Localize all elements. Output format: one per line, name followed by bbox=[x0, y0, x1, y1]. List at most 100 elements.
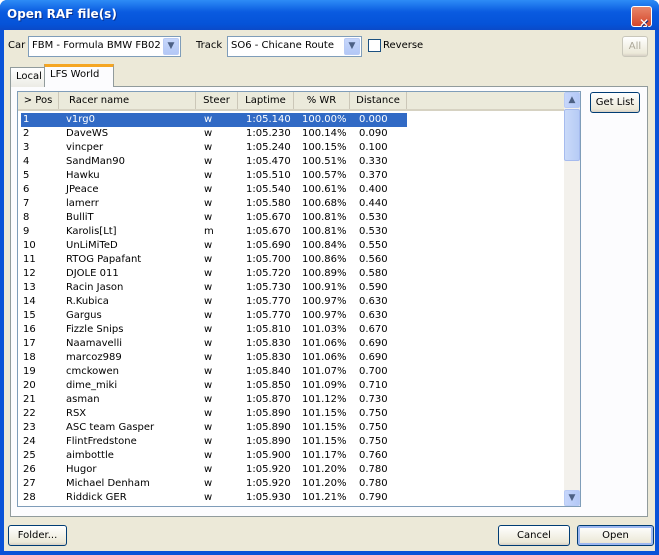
table-row[interactable]: 17 Naamavelli w 1:05.830 101.06% 0.690 bbox=[21, 337, 407, 351]
cancel-button[interactable]: Cancel bbox=[498, 525, 570, 546]
table-row[interactable]: 6 JPeace w 1:05.540 100.61% 0.400 bbox=[21, 183, 407, 197]
table-row[interactable]: 10 UnLiMiTeD w 1:05.690 100.84% 0.550 bbox=[21, 239, 407, 253]
cell-pos: 18 bbox=[23, 352, 36, 363]
table-row[interactable]: 26 Hugor w 1:05.920 101.20% 0.780 bbox=[21, 463, 407, 477]
cell-wr: 100.89% bbox=[302, 268, 347, 279]
table-row[interactable]: 24 FlintFredstone w 1:05.890 101.15% 0.750 bbox=[21, 435, 407, 449]
cell-laptime: 1:05.470 bbox=[246, 156, 291, 167]
scroll-up-icon[interactable]: ▲ bbox=[564, 92, 580, 108]
cell-wr: 101.20% bbox=[302, 478, 347, 489]
open-button[interactable]: Open bbox=[577, 525, 654, 546]
cell-racer-name: Hawku bbox=[66, 170, 100, 181]
chevron-down-icon[interactable]: ▼ bbox=[163, 38, 179, 55]
cell-steer: w bbox=[204, 156, 213, 167]
cell-distance: 0.100 bbox=[359, 142, 388, 153]
table-row[interactable]: 16 Fizzle Snips w 1:05.810 101.03% 0.670 bbox=[21, 323, 407, 337]
cell-wr: 101.15% bbox=[302, 436, 347, 447]
cell-wr: 100.91% bbox=[302, 282, 347, 293]
cell-distance: 0.710 bbox=[359, 380, 388, 391]
column-header-pos[interactable]: > Pos bbox=[18, 92, 59, 109]
table-row[interactable]: 12 DJOLE 011 w 1:05.720 100.89% 0.580 bbox=[21, 267, 407, 281]
cell-distance: 0.440 bbox=[359, 198, 388, 209]
table-row[interactable]: 19 cmckowen w 1:05.840 101.07% 0.700 bbox=[21, 365, 407, 379]
cell-laptime: 1:05.770 bbox=[246, 310, 291, 321]
cell-laptime: 1:05.890 bbox=[246, 436, 291, 447]
cell-laptime: 1:05.920 bbox=[246, 478, 291, 489]
vertical-scrollbar[interactable]: ▲ ▼ bbox=[564, 92, 580, 506]
cell-racer-name: UnLiMiTeD bbox=[66, 240, 118, 251]
tab-lfs-world[interactable]: LFS World bbox=[44, 64, 114, 87]
cell-racer-name: Karolis[Lt] bbox=[66, 226, 117, 237]
cell-distance: 0.370 bbox=[359, 170, 388, 181]
cell-wr: 100.14% bbox=[302, 128, 347, 139]
cell-distance: 0.790 bbox=[359, 492, 388, 503]
table-row[interactable]: 9 Karolis[Lt] m 1:05.670 100.81% 0.530 bbox=[21, 225, 407, 239]
column-header-wr[interactable]: % WR bbox=[294, 92, 350, 109]
table-row[interactable]: 20 dime_miki w 1:05.850 101.09% 0.710 bbox=[21, 379, 407, 393]
scroll-down-icon[interactable]: ▼ bbox=[564, 490, 580, 506]
close-button[interactable]: ✕ bbox=[631, 6, 652, 30]
table-row[interactable]: 4 SandMan90 w 1:05.470 100.51% 0.330 bbox=[21, 155, 407, 169]
cell-steer: w bbox=[204, 492, 213, 503]
cell-wr: 100.51% bbox=[302, 156, 347, 167]
cell-laptime: 1:05.920 bbox=[246, 464, 291, 475]
cell-distance: 0.690 bbox=[359, 338, 388, 349]
cell-steer: w bbox=[204, 142, 213, 153]
table-row[interactable]: 22 RSX w 1:05.890 101.15% 0.750 bbox=[21, 407, 407, 421]
cell-steer: w bbox=[204, 422, 213, 433]
table-row[interactable]: 5 Hawku w 1:05.510 100.57% 0.370 bbox=[21, 169, 407, 183]
cell-racer-name: SandMan90 bbox=[66, 156, 125, 167]
cell-racer-name: Gargus bbox=[66, 310, 102, 321]
table-row[interactable]: 8 BulliT w 1:05.670 100.81% 0.530 bbox=[21, 211, 407, 225]
table-row[interactable]: 15 Gargus w 1:05.770 100.97% 0.630 bbox=[21, 309, 407, 323]
table-row[interactable]: 7 lamerr w 1:05.580 100.68% 0.440 bbox=[21, 197, 407, 211]
scroll-thumb[interactable] bbox=[564, 109, 580, 161]
table-row[interactable]: 23 ASC team Gasper w 1:05.890 101.15% 0.750 bbox=[21, 421, 407, 435]
cell-distance: 0.330 bbox=[359, 156, 388, 167]
cell-racer-name: Naamavelli bbox=[66, 338, 123, 349]
cell-laptime: 1:05.890 bbox=[246, 408, 291, 419]
cell-wr: 101.15% bbox=[302, 408, 347, 419]
table-row[interactable]: 21 asman w 1:05.870 101.12% 0.730 bbox=[21, 393, 407, 407]
table-row[interactable]: 27 Michael Denham w 1:05.920 101.20% 0.780 bbox=[21, 477, 407, 491]
cell-steer: w bbox=[204, 478, 213, 489]
reverse-checkbox[interactable] bbox=[368, 39, 381, 52]
cell-laptime: 1:05.700 bbox=[246, 254, 291, 265]
cell-laptime: 1:05.670 bbox=[246, 212, 291, 223]
table-row[interactable]: 13 Racin Jason w 1:05.730 100.91% 0.590 bbox=[21, 281, 407, 295]
column-header-racer-name[interactable]: Racer name bbox=[59, 92, 196, 109]
chevron-down-icon[interactable]: ▼ bbox=[344, 38, 360, 55]
table-row[interactable]: 11 RTOG Papafant w 1:05.700 100.86% 0.560 bbox=[21, 253, 407, 267]
racer-list[interactable]: > Pos Racer name Steer Laptime % WR Dist… bbox=[17, 91, 581, 507]
table-row[interactable]: 18 marcoz989 w 1:05.830 101.06% 0.690 bbox=[21, 351, 407, 365]
column-header-steer[interactable]: Steer bbox=[196, 92, 238, 109]
track-label: Track bbox=[196, 40, 223, 51]
cell-pos: 26 bbox=[23, 464, 36, 475]
cell-steer: w bbox=[204, 436, 213, 447]
all-button[interactable]: All bbox=[622, 36, 648, 57]
cell-laptime: 1:05.690 bbox=[246, 240, 291, 251]
column-header-distance[interactable]: Distance bbox=[350, 92, 407, 109]
table-row[interactable]: 14 R.Kubica w 1:05.770 100.97% 0.630 bbox=[21, 295, 407, 309]
get-list-button[interactable]: Get List bbox=[590, 92, 640, 113]
cell-steer: w bbox=[204, 198, 213, 209]
track-select[interactable]: SO6 - Chicane Route ▼ bbox=[227, 36, 362, 57]
car-select[interactable]: FBM - Formula BMW FB02 ▼ bbox=[28, 36, 181, 57]
cell-pos: 28 bbox=[23, 492, 36, 503]
table-row[interactable]: 25 aimbottle w 1:05.900 101.17% 0.760 bbox=[21, 449, 407, 463]
table-row[interactable]: 28 Riddick GER w 1:05.930 101.21% 0.790 bbox=[21, 491, 407, 505]
table-row[interactable]: 1 v1rg0 w 1:05.140 100.00% 0.000 bbox=[21, 113, 407, 127]
cell-racer-name: R.Kubica bbox=[66, 296, 109, 307]
cell-steer: w bbox=[204, 296, 213, 307]
cell-wr: 101.09% bbox=[302, 380, 347, 391]
table-row[interactable]: 2 DaveWS w 1:05.230 100.14% 0.090 bbox=[21, 127, 407, 141]
cell-pos: 1 bbox=[23, 114, 30, 125]
cell-steer: w bbox=[204, 394, 213, 405]
cell-distance: 0.750 bbox=[359, 408, 388, 419]
folder-button[interactable]: Folder... bbox=[8, 525, 67, 546]
tab-local[interactable]: Local bbox=[10, 67, 45, 87]
cell-laptime: 1:05.840 bbox=[246, 366, 291, 377]
table-row[interactable]: 3 vincper w 1:05.240 100.15% 0.100 bbox=[21, 141, 407, 155]
cell-laptime: 1:05.890 bbox=[246, 422, 291, 433]
column-header-laptime[interactable]: Laptime bbox=[238, 92, 294, 109]
